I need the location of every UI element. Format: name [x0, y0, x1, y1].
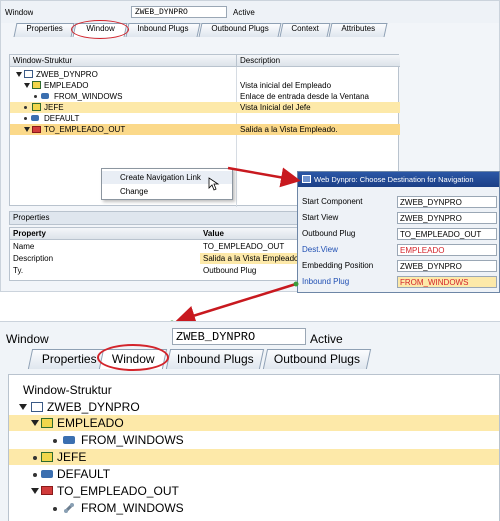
- tree-node-label: FROM_WINDOWS: [81, 433, 184, 447]
- arrow-to-dialog: [227, 166, 301, 188]
- bullet-icon: [33, 456, 37, 460]
- tree-node-label: ZWEB_DYNPRO: [47, 400, 140, 414]
- expand-arrow-icon[interactable]: [31, 488, 39, 494]
- view-icon: [41, 452, 53, 462]
- bullet-icon: [33, 473, 37, 477]
- window-tab-highlight-oval: [97, 344, 169, 371]
- tree-node-label: JEFE: [57, 450, 87, 464]
- bullet-icon: [53, 507, 57, 511]
- window-icon: [31, 402, 43, 412]
- tree-row[interactable]: JEFE: [9, 449, 499, 465]
- bullet-icon: [53, 439, 57, 443]
- plug-icon: [41, 470, 53, 478]
- tab-outbound-plugs[interactable]: Outbound Plugs: [262, 349, 372, 369]
- arrow-origin-dot: [293, 281, 299, 287]
- inbound-plug-icon: [63, 436, 75, 444]
- window-structure-tree: Window-Struktur ZWEB_DYNPRO EMPLEADO FRO…: [8, 374, 500, 521]
- outbound-plug-icon: [41, 486, 53, 495]
- tree-node-label: TO_EMPLEADO_OUT: [57, 484, 179, 498]
- expand-arrow-icon[interactable]: [31, 420, 39, 426]
- tree-header: Window-Struktur: [23, 383, 112, 397]
- view-icon: [41, 418, 53, 428]
- window-label: Window: [6, 332, 49, 346]
- tab-inbound-plugs[interactable]: Inbound Plugs: [165, 349, 265, 369]
- tree-node-label: DEFAULT: [57, 467, 111, 481]
- window-name-field[interactable]: ZWEB_DYNPRO: [172, 328, 306, 345]
- tree-node-label: FROM_WINDOWS: [81, 501, 184, 515]
- tree-node-label: EMPLEADO: [57, 416, 124, 430]
- window-editor-zoomed: Window ZWEB_DYNPRO Active Properties Win…: [0, 321, 500, 521]
- expand-arrow-icon[interactable]: [19, 404, 27, 410]
- tree-row[interactable]: EMPLEADO: [9, 415, 499, 431]
- navigation-link-icon: [63, 502, 75, 514]
- status-text: Active: [310, 332, 343, 346]
- arrow-to-result: [175, 282, 297, 326]
